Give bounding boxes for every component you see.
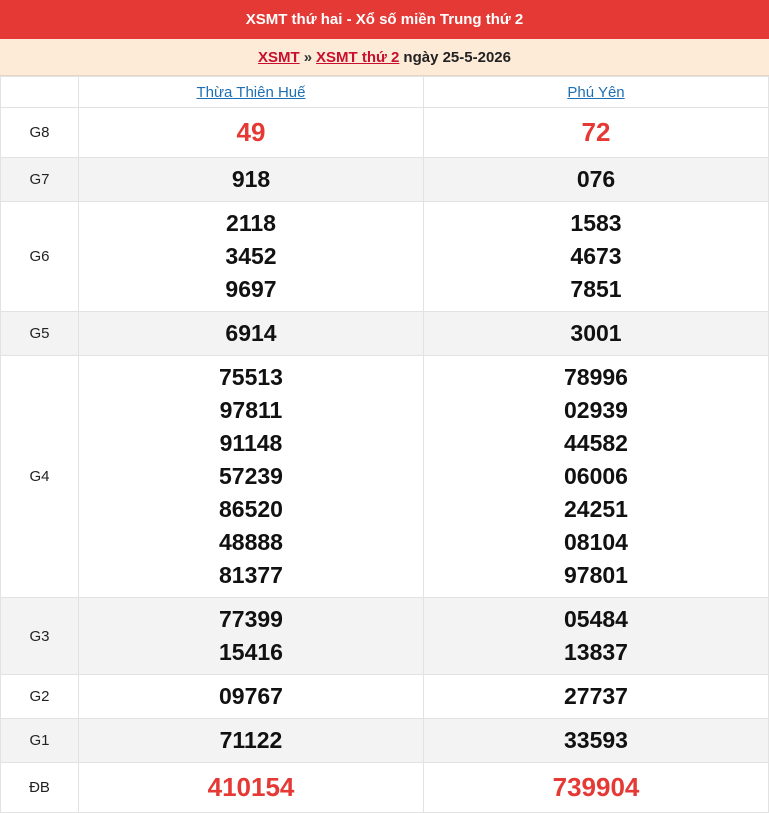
corner-cell <box>0 76 79 108</box>
prize-cell: 77399 15416 <box>78 597 424 675</box>
prize-row: G8 49 72 <box>0 107 769 158</box>
prize-number: 97801 <box>564 562 628 588</box>
prize-number: 71122 <box>219 727 283 753</box>
prize-number: 9697 <box>225 276 277 302</box>
prize-number: 3452 <box>225 243 277 269</box>
results-table: Thừa Thiên Huế Phú Yên G8 49 72 G7 918 076 G6 2… <box>0 76 769 813</box>
prize-number: 86520 <box>219 496 283 522</box>
province-link[interactable]: Phú Yên <box>567 84 624 101</box>
prize-number: 13837 <box>564 639 628 665</box>
prize-number: 48888 <box>219 529 283 555</box>
prize-body: G8 49 72 G7 918 076 G6 2118 3452 9697 1583 4673 7851… <box>0 107 769 813</box>
prize-cell: 410154 <box>78 762 424 813</box>
prize-row: ĐB 410154 739904 <box>0 762 769 813</box>
prize-number: 78996 <box>564 364 628 390</box>
prize-number: 77399 <box>219 606 283 632</box>
prize-cell: 78996 02939 44582 06006 24251 08104 97801 <box>423 355 769 598</box>
prize-cell: 33593 <box>423 718 769 763</box>
prize-number: 72 <box>581 117 611 147</box>
prize-number: 27737 <box>564 683 628 709</box>
province-header-row: Thừa Thiên Huế Phú Yên <box>0 76 769 108</box>
prize-number: 91148 <box>219 430 283 456</box>
prize-cell: 3001 <box>423 311 769 356</box>
prize-label: G7 <box>0 157 79 202</box>
prize-number: 15416 <box>219 639 283 665</box>
breadcrumb-link-xsmt-thu-2[interactable]: XSMT thứ 2 <box>316 49 399 66</box>
prize-row: G1 71122 33593 <box>0 718 769 763</box>
prize-number: 24251 <box>564 496 628 522</box>
prize-cell: 1583 4673 7851 <box>423 201 769 312</box>
province-link[interactable]: Thừa Thiên Huế <box>197 84 306 101</box>
province-header: Phú Yên <box>423 76 769 108</box>
province-header: Thừa Thiên Huế <box>78 76 424 108</box>
prize-number: 81377 <box>219 562 283 588</box>
prize-row: G6 2118 3452 9697 1583 4673 7851 <box>0 201 769 312</box>
prize-row: G2 09767 27737 <box>0 674 769 719</box>
prize-number: 49 <box>236 117 266 147</box>
prize-number: 02939 <box>564 397 628 423</box>
breadcrumb-separator: » <box>303 48 313 66</box>
prize-cell: 49 <box>78 107 424 158</box>
breadcrumb-link-xsmt[interactable]: XSMT <box>258 49 300 66</box>
prize-number: 06006 <box>564 463 628 489</box>
prize-cell: 076 <box>423 157 769 202</box>
prize-row: G3 77399 15416 05484 13837 <box>0 597 769 675</box>
prize-row: G4 75513 97811 91148 57239 86520 48888 81377 789… <box>0 355 769 598</box>
prize-cell: 918 <box>78 157 424 202</box>
breadcrumb: XSMT » XSMT thứ 2 ngày 25-5-2026 <box>0 39 769 76</box>
prize-row: G5 6914 3001 <box>0 311 769 356</box>
prize-cell: 75513 97811 91148 57239 86520 48888 81377 <box>78 355 424 598</box>
page-header: XSMT thứ hai - Xổ số miền Trung thứ 2 <box>0 0 769 39</box>
prize-number: 739904 <box>552 772 640 802</box>
prize-label: G5 <box>0 311 79 356</box>
prize-number: 44582 <box>564 430 628 456</box>
prize-number: 75513 <box>219 364 283 390</box>
prize-number: 33593 <box>564 727 628 753</box>
prize-number: 1583 <box>570 210 622 236</box>
prize-row: G7 918 076 <box>0 157 769 202</box>
prize-label: G4 <box>0 355 79 598</box>
prize-number: 6914 <box>225 320 277 346</box>
prize-cell: 27737 <box>423 674 769 719</box>
prize-cell: 6914 <box>78 311 424 356</box>
prize-number: 3001 <box>570 320 622 346</box>
prize-number: 076 <box>576 166 616 192</box>
prize-number: 410154 <box>207 772 295 802</box>
prize-number: 4673 <box>570 243 622 269</box>
prize-cell: 05484 13837 <box>423 597 769 675</box>
prize-cell: 2118 3452 9697 <box>78 201 424 312</box>
prize-label: G8 <box>0 107 79 158</box>
prize-cell: 72 <box>423 107 769 158</box>
prize-number: 09767 <box>219 683 283 709</box>
prize-number: 918 <box>231 166 271 192</box>
prize-label: ĐB <box>0 762 79 813</box>
prize-number: 2118 <box>226 210 276 236</box>
prize-number: 05484 <box>564 606 628 632</box>
prize-label: G3 <box>0 597 79 675</box>
prize-cell: 739904 <box>423 762 769 813</box>
prize-cell: 71122 <box>78 718 424 763</box>
prize-label: G1 <box>0 718 79 763</box>
prize-number: 97811 <box>219 397 283 423</box>
prize-cell: 09767 <box>78 674 424 719</box>
prize-label: G6 <box>0 201 79 312</box>
prize-label: G2 <box>0 674 79 719</box>
prize-number: 57239 <box>219 463 283 489</box>
page-title: XSMT thứ hai - Xổ số miền Trung thứ 2 <box>245 11 524 28</box>
prize-number: 7851 <box>570 276 622 302</box>
prize-number: 08104 <box>564 529 628 555</box>
breadcrumb-date: ngày 25-5-2026 <box>403 48 511 66</box>
